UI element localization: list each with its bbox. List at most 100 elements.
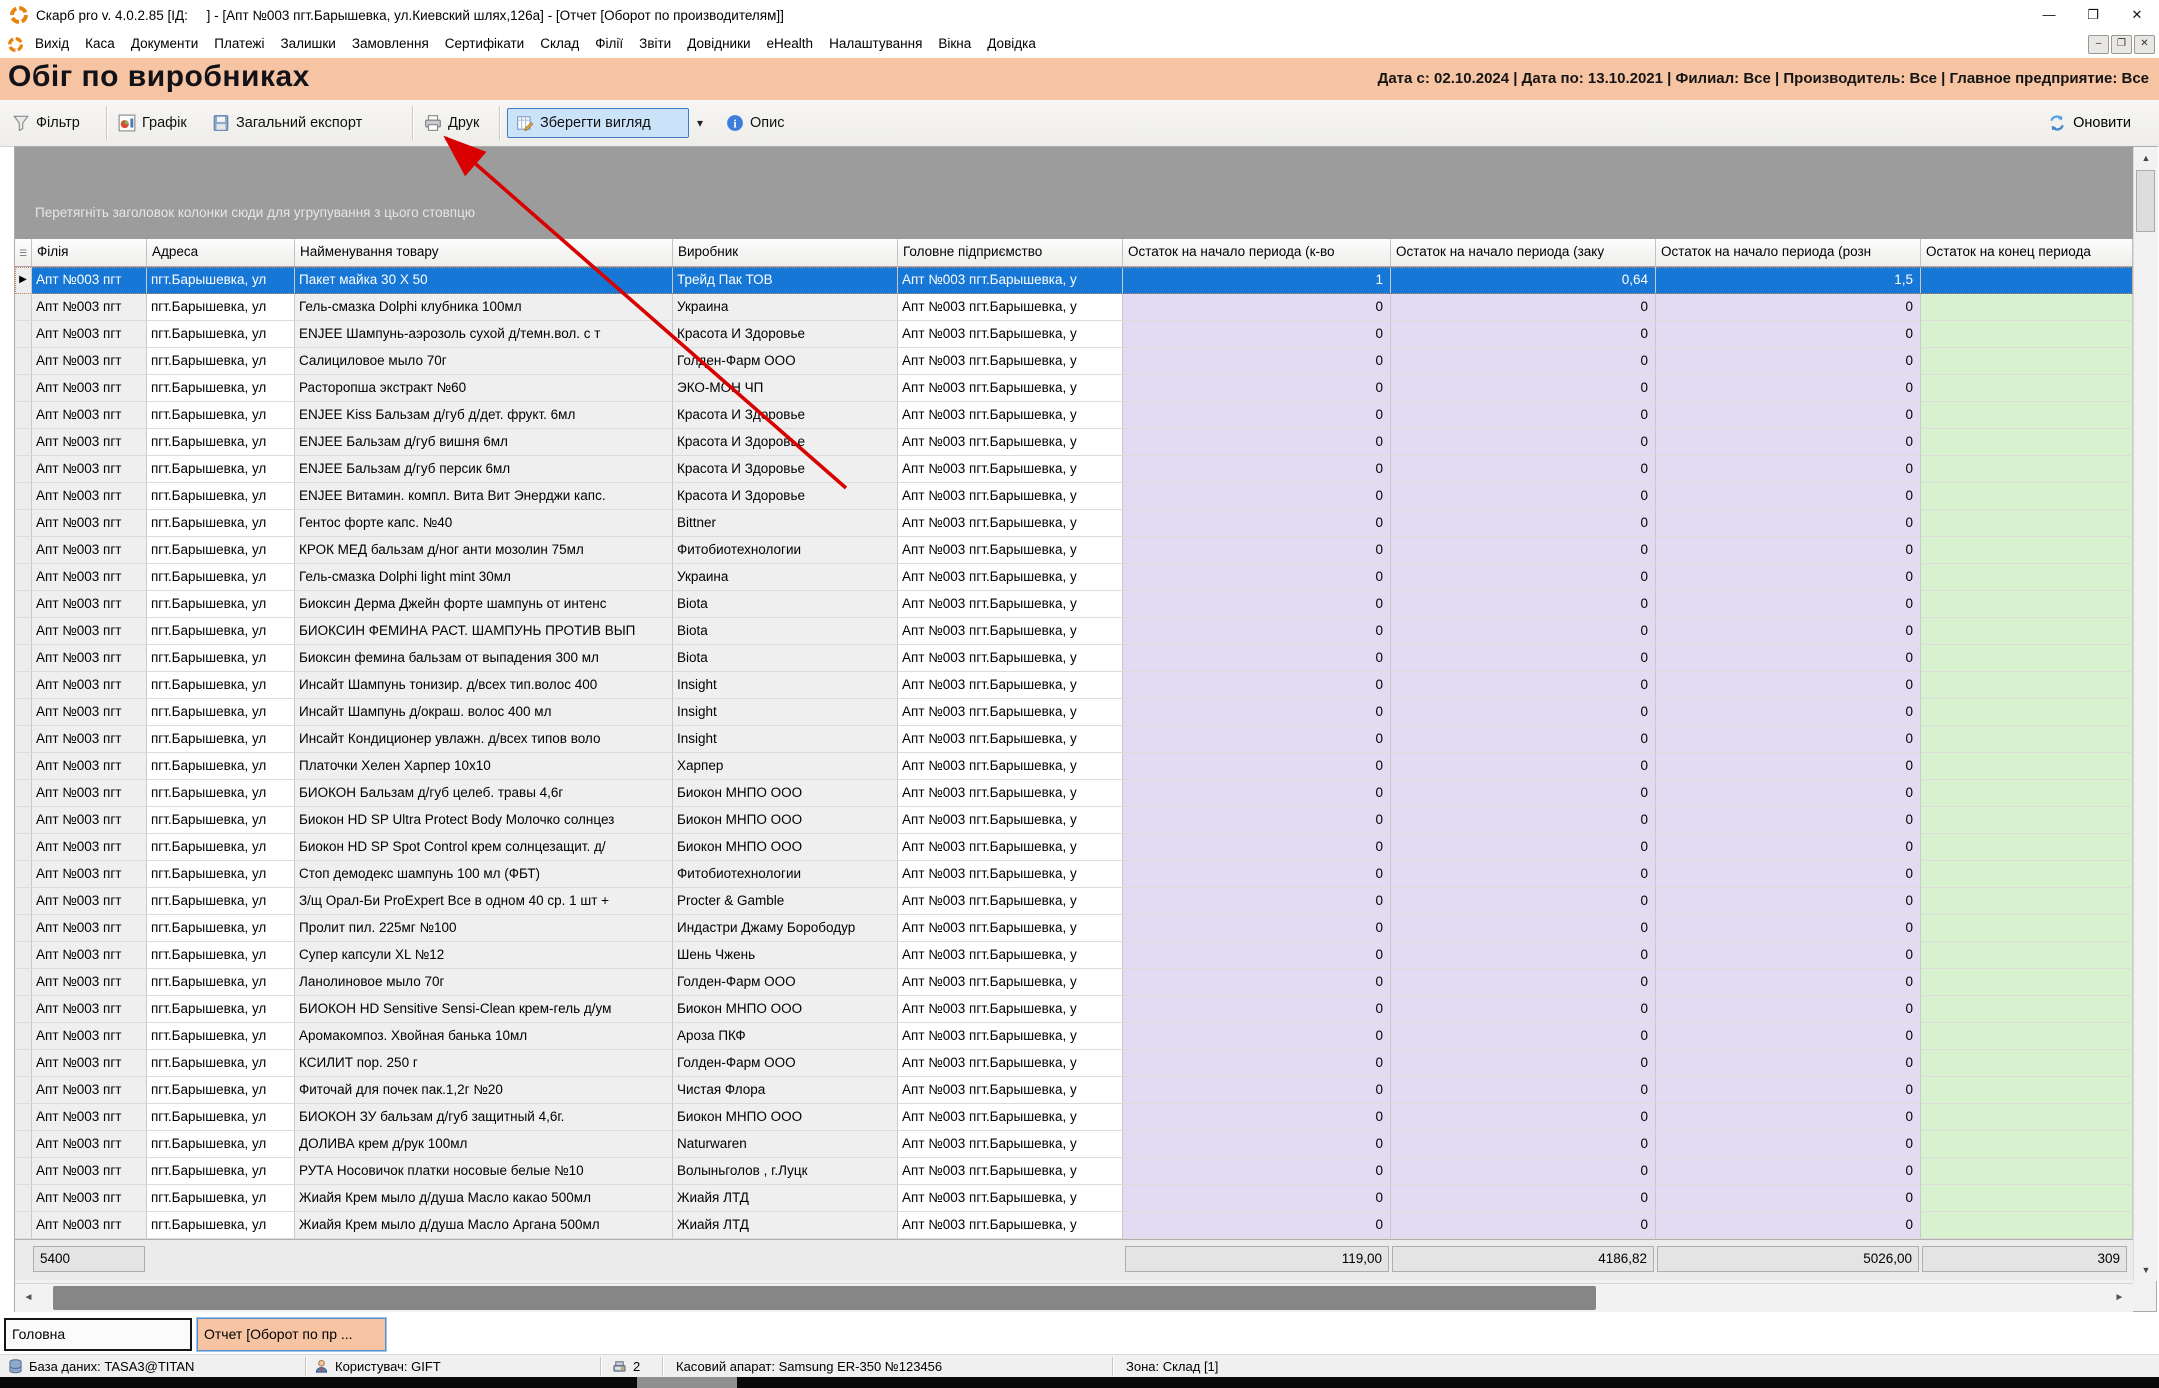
menu-item[interactable]: Філії (587, 30, 631, 58)
minimize-icon[interactable]: — (2027, 0, 2071, 30)
description-button[interactable]: i Опис (726, 108, 784, 138)
table-row[interactable]: Апт №003 пгтпгт.Барышевка, улАромакомпоз… (15, 1023, 2133, 1050)
cell-end-period (1921, 1050, 2133, 1077)
table-row[interactable]: Апт №003 пгтпгт.Барышевка, улПлаточки Хе… (15, 753, 2133, 780)
table-row[interactable]: Апт №003 пгтпгт.Барышевка, улЖиайя Крем … (15, 1185, 2133, 1212)
table-row[interactable]: Апт №003 пгтпгт.Барышевка, улДОЛИВА крем… (15, 1131, 2133, 1158)
column-header[interactable]: Філія (32, 239, 147, 267)
table-row[interactable]: Апт №003 пгтпгт.Барышевка, улБиокон HD S… (15, 834, 2133, 861)
cell-manufacturer: Трейд Пак ТОВ (673, 267, 898, 294)
table-row[interactable]: Апт №003 пгтпгт.Барышевка, улЛанолиновое… (15, 969, 2133, 996)
cell-head-enterprise: Апт №003 пгт.Барышевка, у (898, 1158, 1123, 1185)
table-row[interactable]: Апт №003 пгтпгт.Барышевка, улСалициловое… (15, 348, 2133, 375)
table-row[interactable]: Апт №003 пгтпгт.Барышевка, улENJEE Kiss … (15, 402, 2133, 429)
menu-item[interactable]: Платежі (206, 30, 272, 58)
menu-item[interactable]: Вікна (930, 30, 979, 58)
chart-button[interactable]: Графік (118, 108, 187, 138)
cell-filia: Апт №003 пгт (32, 672, 147, 699)
menu-item[interactable]: Склад (532, 30, 587, 58)
vertical-scroll-thumb[interactable] (2136, 170, 2155, 232)
table-row[interactable]: Апт №003 пгтпгт.Барышевка, улРасторопша … (15, 375, 2133, 402)
filter-button[interactable]: Фільтр (12, 108, 80, 138)
save-view-dropdown-icon[interactable]: ▾ (697, 108, 703, 138)
table-row[interactable]: Апт №003 пгтпгт.Барышевка, улФиточай для… (15, 1077, 2133, 1104)
column-header[interactable]: Остаток на начало периода (розн (1656, 239, 1921, 267)
table-row[interactable]: Апт №003 пгтпгт.Барышевка, улГентос форт… (15, 510, 2133, 537)
mdi-system-menu-icon[interactable] (8, 37, 23, 52)
column-header[interactable]: Головне підприємство (898, 239, 1123, 267)
column-header[interactable]: Адреса (147, 239, 295, 267)
table-row[interactable]: Апт №003 пгтпгт.Барышевка, улИнсайт Шамп… (15, 672, 2133, 699)
cell-filia: Апт №003 пгт (32, 618, 147, 645)
table-row[interactable]: Апт №003 пгтпгт.Барышевка, улENJEE Витам… (15, 483, 2133, 510)
cell-filia: Апт №003 пгт (32, 1077, 147, 1104)
table-row[interactable]: Апт №003 пгтпгт.Барышевка, улБиоксин Дер… (15, 591, 2133, 618)
table-row[interactable]: Апт №003 пгтпгт.Барышевка, улПролит пил.… (15, 915, 2133, 942)
cell-end-period (1921, 1158, 2133, 1185)
menu-item[interactable]: Каса (77, 30, 123, 58)
vertical-scrollbar[interactable]: ▲ ▼ (2133, 147, 2158, 1281)
menu-item[interactable]: Залишки (272, 30, 343, 58)
refresh-button[interactable]: Оновити (2048, 108, 2131, 138)
column-header[interactable]: Остаток на начало периода (к-во (1123, 239, 1391, 267)
cell-head-enterprise: Апт №003 пгт.Барышевка, у (898, 321, 1123, 348)
toolbar-separator (412, 106, 413, 140)
app-window: Скарб pro v. 4.0.2.85 [ІД: ] - [Апт №003… (0, 0, 2159, 1388)
table-row[interactable]: Апт №003 пгтпгт.Барышевка, улИнсайт Шамп… (15, 699, 2133, 726)
table-row[interactable]: Апт №003 пгтпгт.Барышевка, улИнсайт Конд… (15, 726, 2133, 753)
menu-item[interactable]: eHealth (759, 30, 822, 58)
table-row[interactable]: Апт №003 пгтпгт.Барышевка, улENJEE Шампу… (15, 321, 2133, 348)
column-header[interactable]: Остаток на начало периода (заку (1391, 239, 1656, 267)
table-row[interactable]: Апт №003 пгтпгт.Барышевка, улБИОКОН HD S… (15, 996, 2133, 1023)
mdi-minimize-icon[interactable]: – (2088, 35, 2109, 54)
group-by-panel[interactable]: Перетягніть заголовок колонки сюди для у… (15, 147, 2133, 239)
mdi-close-icon[interactable]: ✕ (2134, 35, 2155, 54)
print-button[interactable]: Друк (424, 108, 479, 138)
table-row[interactable]: Апт №003 пгтпгт.Барышевка, улЗ/щ Орал-Би… (15, 888, 2133, 915)
menu-item[interactable]: Налаштування (821, 30, 930, 58)
column-header[interactable]: Остаток на конец периода (1921, 239, 2133, 267)
menu-item[interactable]: Звіти (631, 30, 679, 58)
table-row[interactable]: ▶Апт №003 пгтпгт.Барышевка, улПакет майк… (15, 267, 2133, 294)
menu-item[interactable]: Вихід (27, 30, 77, 58)
table-row[interactable]: Апт №003 пгтпгт.Барышевка, улБиоксин фем… (15, 645, 2133, 672)
save-view-button[interactable]: Зберегти вигляд (507, 108, 689, 138)
table-row[interactable]: Апт №003 пгтпгт.Барышевка, улБиокон HD S… (15, 807, 2133, 834)
export-button[interactable]: Загальний експорт (212, 108, 362, 138)
table-row[interactable]: Апт №003 пгтпгт.Барышевка, улБИОКСИН ФЕМ… (15, 618, 2133, 645)
table-row[interactable]: Апт №003 пгтпгт.Барышевка, улРУТА Носови… (15, 1158, 2133, 1185)
menu-item[interactable]: Довідка (979, 30, 1044, 58)
table-row[interactable]: Апт №003 пгтпгт.Барышевка, улСупер капсу… (15, 942, 2133, 969)
menu-item[interactable]: Документи (123, 30, 206, 58)
table-row[interactable]: Апт №003 пгтпгт.Барышевка, улСтоп демоде… (15, 861, 2133, 888)
scroll-left-icon[interactable]: ◄ (15, 1284, 42, 1312)
mdi-restore-icon[interactable]: ❐ (2111, 35, 2132, 54)
table-row[interactable]: Апт №003 пгтпгт.Барышевка, улENJEE Бальз… (15, 456, 2133, 483)
tab-report-window[interactable]: Отчет [Оборот по пр ... (197, 1318, 386, 1351)
table-row[interactable]: Апт №003 пгтпгт.Барышевка, улГель-смазка… (15, 294, 2133, 321)
column-chooser-icon[interactable]: ☰ (15, 239, 32, 267)
tab-main-window[interactable]: Головна (4, 1318, 192, 1351)
table-row[interactable]: Апт №003 пгтпгт.Барышевка, улКРОК МЕД ба… (15, 537, 2133, 564)
horizontal-scroll-thumb[interactable] (53, 1286, 1596, 1310)
table-row[interactable]: Апт №003 пгтпгт.Барышевка, улЖиайя Крем … (15, 1212, 2133, 1239)
row-marker (15, 834, 32, 861)
column-header[interactable]: Найменування товару (295, 239, 673, 267)
cell-begin-qty: 0 (1123, 861, 1391, 888)
table-row[interactable]: Апт №003 пгтпгт.Барышевка, улКСИЛИТ пор.… (15, 1050, 2133, 1077)
scroll-down-icon[interactable]: ▼ (2134, 1259, 2158, 1281)
menu-item[interactable]: Довідники (679, 30, 758, 58)
table-row[interactable]: Апт №003 пгтпгт.Барышевка, улГель-смазка… (15, 564, 2133, 591)
menu-item[interactable]: Сертифікати (437, 30, 532, 58)
scroll-up-icon[interactable]: ▲ (2134, 147, 2158, 169)
restore-icon[interactable]: ❐ (2071, 0, 2115, 30)
table-row[interactable]: Апт №003 пгтпгт.Барышевка, улБИОКОН ЗУ б… (15, 1104, 2133, 1131)
cell-product: З/щ Орал-Би ProExpert Все в одном 40 ср.… (295, 888, 673, 915)
column-header[interactable]: Виробник (673, 239, 898, 267)
menu-item[interactable]: Замовлення (344, 30, 437, 58)
table-row[interactable]: Апт №003 пгтпгт.Барышевка, улENJEE Бальз… (15, 429, 2133, 456)
scroll-right-icon[interactable]: ► (2106, 1284, 2133, 1312)
horizontal-scrollbar[interactable]: ◄ ► (15, 1283, 2133, 1312)
close-icon[interactable]: ✕ (2115, 0, 2159, 30)
table-row[interactable]: Апт №003 пгтпгт.Барышевка, улБИОКОН Баль… (15, 780, 2133, 807)
